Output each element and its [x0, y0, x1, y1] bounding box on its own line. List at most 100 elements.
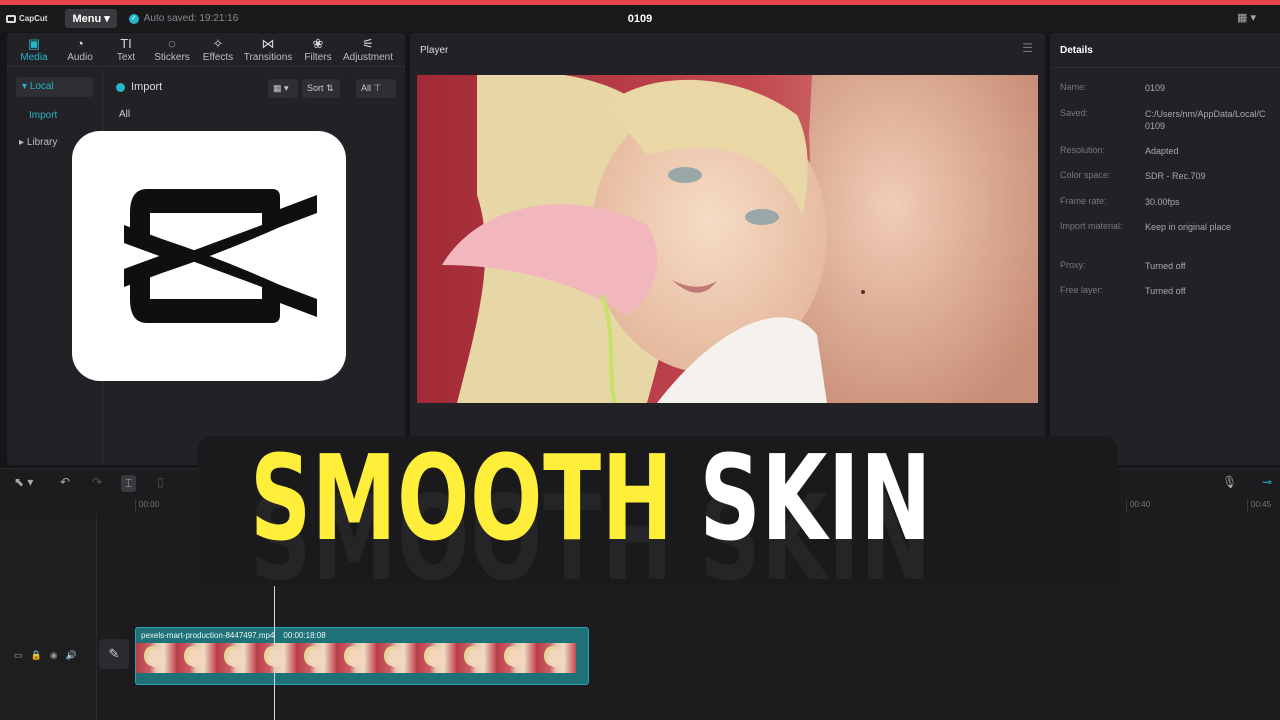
grid-icon: ▦ [273, 83, 282, 93]
detail-key: Frame rate: [1060, 196, 1107, 206]
detail-row: Proxy: Turned off [1060, 260, 1280, 272]
playhead[interactable] [274, 586, 275, 720]
detail-key: Name: [1060, 82, 1087, 92]
app-brand: CapCut [19, 14, 48, 23]
tab-media-label: Media [20, 52, 48, 63]
player-panel: Player ☰ [410, 33, 1045, 465]
view-toggle[interactable]: ▦ ▾ [268, 79, 298, 98]
ruler-tick: 00:40 [1126, 500, 1150, 512]
filter-button[interactable]: All ⊤ [356, 79, 396, 98]
check-icon: ✓ [128, 13, 139, 24]
eye-icon[interactable]: ◉ [50, 650, 58, 661]
speaker-icon[interactable]: 🔊 [66, 650, 77, 661]
video-frame [417, 75, 1038, 403]
ruler-tick: 00:45 [1247, 500, 1271, 512]
autosave-text: Auto saved: 19:21:16 [143, 13, 239, 24]
detail-value: Turned off [1145, 261, 1186, 271]
clip-thumbnails [136, 643, 588, 673]
link-toggle-icon[interactable]: ⊸ [1262, 475, 1272, 489]
tab-audio-label: Audio [67, 52, 93, 63]
media-toolbar: ▣ Media ◔ Audio TI Text ◌ Stickers ✧ Effects … [7, 33, 405, 67]
select-tool-icon[interactable]: ⬉ ▾ [14, 475, 33, 489]
tab-transitions[interactable]: ⋈ Transitions [241, 36, 295, 66]
layout-toggle[interactable]: ▦ ▾ [1237, 11, 1256, 24]
sidebar-item-import[interactable]: Import [29, 110, 102, 121]
clip-thumbnail [296, 643, 336, 673]
clip-thumbnail [336, 643, 376, 673]
clip-thumbnail [536, 643, 576, 673]
video-clip[interactable]: pexels-mart-production-8447497.mp4 00:00… [135, 627, 589, 685]
detail-value: Turned off [1145, 286, 1186, 296]
tab-filters-label: Filters [304, 52, 332, 63]
detail-row: Resolution: Adapted [1060, 145, 1280, 157]
detail-row: Import material: Keep in original place [1060, 221, 1280, 233]
undo-icon[interactable]: ↶ [60, 475, 70, 489]
detail-key: Free layer: [1060, 285, 1104, 295]
media-all-label: All [119, 109, 131, 120]
detail-row: Free layer: Turned off [1060, 285, 1280, 297]
tab-adjustment[interactable]: ⚟ Adjustment [341, 36, 395, 66]
capcut-logo-icon [124, 189, 317, 323]
tab-effects-label: Effects [202, 52, 234, 63]
detail-row: Color space: SDR - Rec.709 [1060, 170, 1280, 182]
text-icon: TI [120, 36, 132, 51]
detail-value: SDR - Rec.709 [1145, 171, 1206, 181]
detail-value: Adapted [1145, 146, 1179, 156]
capcut-logo-icon [6, 14, 16, 23]
clip-thumbnail [136, 643, 176, 673]
sort-button-label: Sort [307, 83, 324, 93]
headline-word-smooth: SMOOTH [250, 429, 674, 567]
detail-key: Import material: [1060, 221, 1123, 231]
cover-toggle-icon[interactable]: ▭ [14, 650, 23, 661]
stickers-icon: ◌ [168, 36, 176, 51]
details-title: Details [1060, 45, 1093, 56]
tab-text[interactable]: TI Text [103, 36, 149, 66]
details-divider [1050, 67, 1280, 68]
filter-icon: ⊤ [373, 83, 382, 93]
detail-row: Name: 0109 [1060, 82, 1280, 94]
sort-button[interactable]: Sort ⇅ [302, 79, 340, 98]
sidebar-item-local[interactable]: ▾ Local [16, 77, 93, 97]
effects-icon: ✧ [212, 36, 224, 51]
player-title: Player [420, 45, 449, 56]
hamburger-icon[interactable]: ☰ [1022, 41, 1033, 55]
menu-button[interactable]: Menu ▾ [65, 9, 117, 28]
tab-audio[interactable]: ◔ Audio [57, 36, 103, 66]
clip-thumbnail [456, 643, 496, 673]
tab-stickers[interactable]: ◌ Stickers [149, 36, 195, 66]
edit-cover-button[interactable]: ✎ [99, 639, 129, 669]
transitions-icon: ⋈ [261, 36, 275, 51]
redo-icon[interactable]: ↷ [92, 475, 102, 489]
headline-word-skin: SKIN [699, 429, 933, 567]
detail-key: Saved: [1060, 108, 1089, 118]
autosave-status: ✓ Auto saved: 19:21:16 [128, 13, 239, 24]
clip-label: pexels-mart-production-8447497.mp4 00:00… [141, 631, 326, 640]
app-logo: CapCut [6, 14, 47, 23]
clip-duration: 00:00:18:08 [283, 631, 326, 640]
detail-key: Resolution: [1060, 145, 1106, 155]
tab-effects[interactable]: ✧ Effects [195, 36, 241, 66]
capcut-window: CapCut Menu ▾ ✓ Auto saved: 19:21:16 010… [0, 0, 1280, 720]
microphone-icon[interactable]: 🎙 [1222, 475, 1237, 489]
clip-thumbnail [216, 643, 256, 673]
track-header-column: ▭ 🔒 ◉ 🔊 [0, 514, 97, 720]
video-preview[interactable] [417, 75, 1038, 403]
lock-icon[interactable]: 🔒 [31, 650, 42, 661]
tab-transitions-label: Transitions [243, 52, 293, 63]
sidebar-item-library-label: Library [26, 137, 58, 148]
tab-filters[interactable]: ❀ Filters [295, 36, 341, 66]
tab-media[interactable]: ▣ Media [11, 36, 57, 66]
track-controls: ▭ 🔒 ◉ 🔊 [14, 650, 77, 661]
headline-overlay: SMOOTH SKIN [250, 418, 931, 578]
tab-adjustment-label: Adjustment [342, 52, 394, 63]
media-header: Import ▦ ▾ Sort ⇅ All ⊤ [110, 79, 400, 99]
tab-stickers-label: Stickers [154, 52, 190, 63]
delete-icon[interactable]: ▯ [157, 475, 164, 489]
media-icon: ▣ [27, 36, 41, 51]
layout-icon: ▦ [1237, 12, 1248, 24]
split-icon[interactable]: ⌶ [121, 475, 137, 492]
clip-thumbnail [176, 643, 216, 673]
clip-thumbnail [496, 643, 536, 673]
import-button[interactable]: Import [110, 79, 168, 95]
detail-value: 30.00fps [1145, 197, 1180, 207]
